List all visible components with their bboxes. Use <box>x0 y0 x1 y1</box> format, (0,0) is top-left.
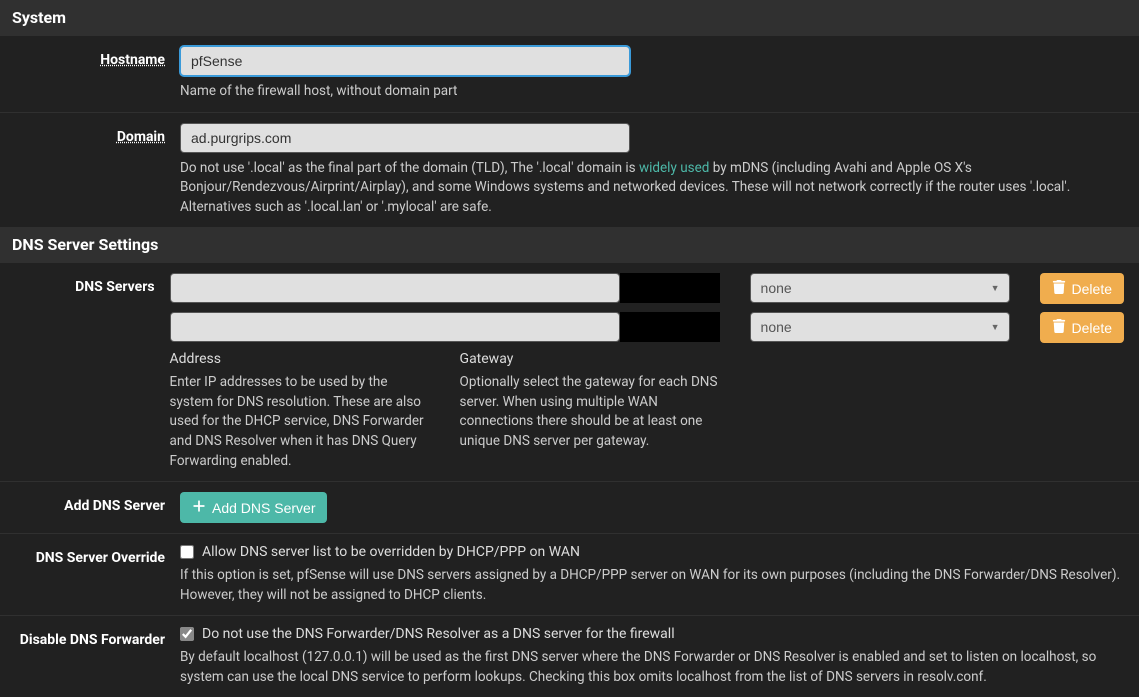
checkbox-disable-dns-forwarder[interactable] <box>180 627 194 641</box>
input-domain[interactable] <box>180 123 630 153</box>
row-disable-dns-forwarder: Disable DNS Forwarder Do not use the DNS… <box>0 616 1139 697</box>
row-hostname: Hostname Name of the firewall host, with… <box>0 36 1139 113</box>
select-dns-gateway-2[interactable]: none <box>750 312 1010 342</box>
row-domain: Domain Do not use '.local' as the final … <box>0 113 1139 228</box>
checkbox-label-disable: Do not use the DNS Forwarder/DNS Resolve… <box>202 626 675 642</box>
button-add-dns-label: Add DNS Server <box>212 500 315 516</box>
trash-icon <box>1052 319 1066 336</box>
checkbox-label-override: Allow DNS server list to be overridden b… <box>202 544 580 560</box>
help-gateway: Optionally select the gateway for each D… <box>460 373 720 451</box>
row-add-dns: Add DNS Server Add DNS Server <box>0 482 1139 534</box>
help-dns-override: If this option is set, pfSense will use … <box>180 566 1124 605</box>
link-widely-used[interactable]: widely used <box>639 160 709 176</box>
input-hostname[interactable] <box>180 46 630 76</box>
dns-desc-row: Address Enter IP addresses to be used by… <box>170 351 1124 471</box>
trash-icon <box>1052 280 1066 297</box>
checkbox-row-disable[interactable]: Do not use the DNS Forwarder/DNS Resolve… <box>180 626 1124 642</box>
select-dns-gateway-1[interactable]: none <box>750 273 1010 303</box>
dns-server-row-1: none Delete <box>170 273 1124 304</box>
button-delete-dns-2[interactable]: Delete <box>1040 312 1124 343</box>
panel-system: System Hostname Name of the firewall hos… <box>0 0 1139 227</box>
row-dns-override: DNS Server Override Allow DNS server lis… <box>0 534 1139 616</box>
button-add-dns-server[interactable]: Add DNS Server <box>180 492 327 523</box>
sub-label-address: Address <box>170 351 430 367</box>
button-delete-dns-1[interactable]: Delete <box>1040 273 1124 304</box>
help-address: Enter IP addresses to be used by the sys… <box>170 373 430 471</box>
help-domain: Do not use '.local' as the final part of… <box>180 159 1124 218</box>
input-dns-address-1[interactable] <box>170 273 620 303</box>
dns-server-row-2: none Delete <box>170 312 1124 343</box>
label-domain: Domain <box>117 129 165 145</box>
plus-icon <box>192 499 206 516</box>
row-dns-servers: DNS Servers none Delete <box>0 263 1139 482</box>
label-hostname: Hostname <box>100 52 165 68</box>
button-delete-label: Delete <box>1072 281 1112 297</box>
label-dns-servers: DNS Servers <box>75 279 154 295</box>
sub-label-gateway: Gateway <box>460 351 720 367</box>
button-delete-label: Delete <box>1072 320 1112 336</box>
checkbox-dns-override[interactable] <box>180 545 194 559</box>
input-dns-address-2[interactable] <box>170 312 620 342</box>
panel-heading-dns: DNS Server Settings <box>0 227 1139 263</box>
panel-heading-system: System <box>0 0 1139 36</box>
label-dns-override: DNS Server Override <box>36 550 165 566</box>
checkbox-row-override[interactable]: Allow DNS server list to be overridden b… <box>180 544 1124 560</box>
help-domain-pre: Do not use '.local' as the final part of… <box>180 160 639 176</box>
label-disable-dns-forwarder: Disable DNS Forwarder <box>20 632 165 648</box>
label-add-dns: Add DNS Server <box>64 498 165 514</box>
help-disable-dns-forwarder: By default localhost (127.0.0.1) will be… <box>180 648 1124 687</box>
help-hostname: Name of the firewall host, without domai… <box>180 82 1124 102</box>
panel-dns: DNS Server Settings DNS Servers none Del… <box>0 227 1139 697</box>
